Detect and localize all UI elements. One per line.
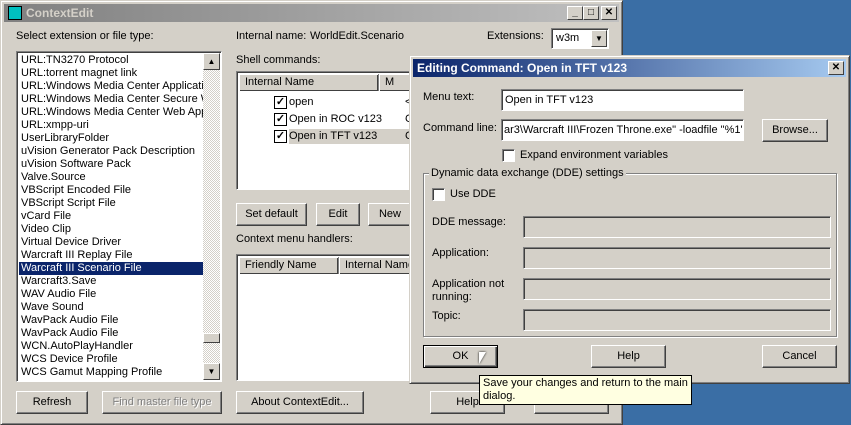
dialog-close-button[interactable]: ✕ xyxy=(828,61,844,75)
header-internal-name[interactable]: Internal Name xyxy=(239,74,379,91)
shell-commands-list[interactable]: Internal Name M ✓ open < ✓ Open in ROC v… xyxy=(236,71,436,190)
editing-command-dialog: Editing Command: Open in TFT v123 ✕ Menu… xyxy=(409,55,850,384)
list-item[interactable]: WCS Device Profile xyxy=(19,353,205,366)
expand-env-checkbox[interactable] xyxy=(502,149,515,162)
shell-commands-label: Shell commands: xyxy=(236,54,321,66)
chevron-down-icon[interactable]: ▼ xyxy=(591,30,607,47)
list-item[interactable]: WCN.AutoPlayHandler xyxy=(19,340,205,353)
list-item[interactable]: WAV Audio File xyxy=(19,288,205,301)
use-dde-label[interactable]: Use DDE xyxy=(450,188,496,200)
ok-button[interactable]: OK xyxy=(423,345,498,368)
list-item[interactable]: Valve.Source xyxy=(19,171,205,184)
shell-row-name: open xyxy=(289,96,314,108)
use-dde-checkbox[interactable] xyxy=(432,188,445,201)
list-item[interactable]: WavPack Audio File xyxy=(19,327,205,340)
menu-text-label: Menu text: xyxy=(423,91,475,103)
list-item[interactable]: Warcraft3.Save xyxy=(19,275,205,288)
file-type-list[interactable]: URL:TN3270 Protocol URL:torrent magnet li… xyxy=(16,51,222,382)
dde-message-input[interactable] xyxy=(523,216,831,238)
main-title-bar[interactable]: ContextEdit _ □ ✕ xyxy=(4,4,619,22)
command-line-input[interactable]: ar3\Warcraft III\Frozen Throne.exe" -loa… xyxy=(501,119,744,141)
list-item[interactable]: vCard File xyxy=(19,210,205,223)
extensions-dropdown[interactable]: w3m ▼ xyxy=(551,28,609,49)
tooltip-text: Save your changes and return to the main… xyxy=(483,377,688,402)
menu-text-input[interactable]: Open in TFT v123 xyxy=(501,89,744,111)
maximize-button[interactable]: □ xyxy=(583,6,599,20)
dialog-title: Editing Command: Open in TFT v123 xyxy=(417,61,628,75)
scroll-up-icon[interactable]: ▲ xyxy=(203,53,220,70)
list-item[interactable]: Video Clip xyxy=(19,223,205,236)
scroll-thumb[interactable] xyxy=(203,333,220,343)
close-button[interactable]: ✕ xyxy=(601,6,617,20)
shell-row-name: Open in TFT v123 xyxy=(289,129,409,144)
scroll-down-icon[interactable]: ▼ xyxy=(203,363,220,380)
command-line-value: ar3\Warcraft III\Frozen Throne.exe" -loa… xyxy=(504,124,744,136)
list-item[interactable]: Wave Sound xyxy=(19,301,205,314)
application-input[interactable] xyxy=(523,247,831,269)
dde-group-label: Dynamic data exchange (DDE) settings xyxy=(429,167,626,179)
list-item[interactable]: URL:xmpp-uri xyxy=(19,119,205,132)
list-scrollbar[interactable]: ▲ ▼ xyxy=(203,53,220,380)
list-item[interactable]: UserLibraryFolder xyxy=(19,132,205,145)
shell-row-checkbox[interactable]: ✓ xyxy=(274,130,287,143)
topic-label: Topic: xyxy=(432,310,461,322)
extensions-value: w3m xyxy=(556,32,580,44)
header-friendly-name[interactable]: Friendly Name xyxy=(239,257,339,274)
list-item[interactable]: Warcraft III Replay File xyxy=(19,249,205,262)
command-line-label: Command line: xyxy=(423,122,497,134)
minimize-button[interactable]: _ xyxy=(567,6,583,20)
list-item[interactable]: URL:torrent magnet link xyxy=(19,67,205,80)
expand-env-label[interactable]: Expand environment variables xyxy=(520,149,668,161)
extensions-label: Extensions: xyxy=(487,30,544,42)
topic-input[interactable] xyxy=(523,309,831,331)
shell-row-checkbox[interactable]: ✓ xyxy=(274,113,287,126)
internal-name-label: Internal name: xyxy=(236,30,307,42)
list-item[interactable]: WCS Gamut Mapping Profile xyxy=(19,366,205,379)
cancel-button[interactable]: Cancel xyxy=(762,345,837,368)
refresh-button[interactable]: Refresh xyxy=(16,391,88,414)
dialog-title-bar[interactable]: Editing Command: Open in TFT v123 ✕ xyxy=(413,59,846,77)
shell-row[interactable]: ✓ Open in ROC v123 C xyxy=(237,111,435,128)
list-item[interactable]: URL:Windows Media Center Web App xyxy=(19,106,205,119)
window-title: ContextEdit xyxy=(26,6,94,20)
list-item[interactable]: WavPack Audio File xyxy=(19,314,205,327)
shell-row[interactable]: ✓ Open in TFT v123 C xyxy=(237,128,435,145)
dialog-help-button[interactable]: Help xyxy=(591,345,666,368)
mouse-cursor-icon xyxy=(479,352,486,364)
dde-message-label: DDE message: xyxy=(432,216,506,228)
find-master-button[interactable]: Find master file type xyxy=(102,391,222,414)
handlers-label: Context menu handlers: xyxy=(236,233,353,245)
new-button[interactable]: New xyxy=(368,203,412,226)
browse-button[interactable]: Browse... xyxy=(762,119,828,142)
list-item[interactable]: uVision Software Pack xyxy=(19,158,205,171)
list-item[interactable]: VBScript Encoded File xyxy=(19,184,205,197)
shell-row[interactable]: ✓ open < xyxy=(237,94,435,111)
list-item[interactable]: Warcraft III Scenario File xyxy=(19,262,205,275)
set-default-button[interactable]: Set default xyxy=(236,203,307,226)
app-not-running-label: Application not running: xyxy=(432,278,505,303)
select-label: Select extension or file type: xyxy=(16,30,154,42)
list-item[interactable]: Virtual Device Driver xyxy=(19,236,205,249)
tooltip: Save your changes and return to the main… xyxy=(479,375,692,405)
application-label: Application: xyxy=(432,247,489,259)
list-item[interactable]: URL:TN3270 Protocol xyxy=(19,54,205,67)
handlers-list[interactable]: Friendly Name Internal Name xyxy=(236,254,436,381)
list-item[interactable]: VBScript Script File xyxy=(19,197,205,210)
app-not-running-input[interactable] xyxy=(523,278,831,300)
list-item[interactable]: URL:Windows Media Center Application xyxy=(19,80,205,93)
app-icon xyxy=(8,6,22,20)
shell-row-name: Open in ROC v123 xyxy=(289,113,382,125)
internal-name-value: WorldEdit.Scenario xyxy=(310,30,404,42)
edit-button[interactable]: Edit xyxy=(316,203,360,226)
list-item[interactable]: uVision Generator Pack Description xyxy=(19,145,205,158)
shell-row-checkbox[interactable]: ✓ xyxy=(274,96,287,109)
list-item[interactable]: URL:Windows Media Center Secure Web xyxy=(19,93,205,106)
about-button[interactable]: About ContextEdit... xyxy=(236,391,364,414)
menu-text-value: Open in TFT v123 xyxy=(505,94,594,106)
